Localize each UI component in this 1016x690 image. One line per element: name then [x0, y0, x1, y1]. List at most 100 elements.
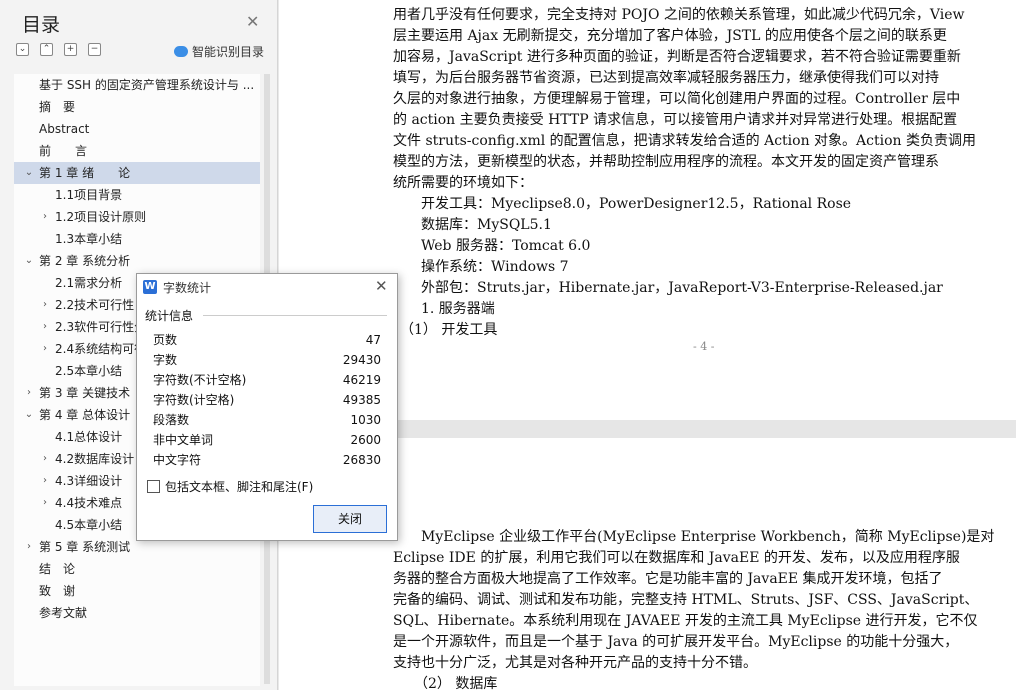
- outline-item[interactable]: 摘 要: [14, 96, 260, 118]
- dialog-close-icon[interactable]: ✕: [375, 277, 388, 295]
- text-line: 务器的整合方面极大地提高了工作效率。它是功能丰富的 JavaEE 集成开发环境，…: [393, 571, 943, 587]
- outline-item-label: 第 2 章 系统分析: [39, 254, 131, 268]
- outline-item[interactable]: 结 论: [14, 558, 260, 580]
- stat-row: 字符数(计空格) 49385: [153, 390, 381, 410]
- expand-up-icon[interactable]: ⌃: [40, 43, 53, 56]
- stat-label: 中文字符: [153, 453, 202, 467]
- text-line: 的 action 主要负责接受 HTTP 请求信息，可以接管用户请求并对异常进行…: [393, 112, 958, 128]
- text-line: 支持也十分广泛，尤其是对各种开元产品的支持十分不错。: [393, 655, 757, 671]
- close-button[interactable]: 关闭: [313, 505, 387, 533]
- stat-row: 字符数(不计空格) 46219: [153, 370, 381, 390]
- outline-item-label: 4.4技术难点: [55, 496, 123, 510]
- outline-item-label: 2.1需求分析: [55, 276, 123, 290]
- outline-item-label: 致 谢: [39, 584, 76, 598]
- smart-outline-button[interactable]: 智能识别目录: [174, 43, 264, 60]
- text-line: Web 服务器：Tomcat 6.0: [393, 238, 591, 254]
- outline-item-label: 4.2数据库设计: [55, 452, 135, 466]
- outline-item-label: 4.1总体设计: [55, 430, 123, 444]
- text-line: 久层的对象进行抽象，方便理解易于管理，可以简化创建用户界面的过程。Control…: [393, 91, 961, 107]
- text-line: 操作系统：Windows 7: [393, 259, 569, 275]
- word-count-dialog: W 字数统计 ✕ 统计信息 页数 47 字数 29430 字符数(不计空格) 46219 字…: [136, 273, 398, 541]
- outline-item[interactable]: 1.1项目背景: [14, 184, 260, 206]
- outline-item-label: 1.1项目背景: [55, 188, 123, 202]
- text-line: （1） 开发工具: [393, 322, 498, 338]
- include-textbox-label[interactable]: 包括文本框、脚注和尾注(F): [165, 478, 313, 495]
- outline-item-label: 第 5 章 系统测试: [39, 540, 131, 554]
- chevron-down-icon[interactable]: ⌄: [24, 404, 34, 426]
- smart-outline-label: 智能识别目录: [192, 45, 265, 59]
- outline-item-label: 1.2项目设计原则: [55, 210, 147, 224]
- outline-item-label: 2.2技术可行性: [55, 298, 135, 312]
- text-line: 用者几乎没有任何要求，完全支持对 POJO 之间的依赖关系管理，如此减少代码冗余…: [393, 7, 965, 23]
- add-heading-icon[interactable]: +: [64, 43, 77, 56]
- text-line: （2） 数据库: [393, 676, 498, 690]
- outline-item[interactable]: ⌄ 第 2 章 系统分析: [14, 250, 260, 272]
- text-line: 文件 struts-config.xml 的配置信息，把请求转发给合适的 Act…: [393, 133, 976, 149]
- stats-group-label: 统计信息: [145, 309, 194, 323]
- outline-item[interactable]: Abstract: [14, 118, 260, 140]
- outline-item-label: 参考文献: [39, 606, 88, 620]
- stat-row: 中文字符 26830: [153, 450, 381, 470]
- outline-item-label: Abstract: [39, 122, 90, 136]
- include-textbox-checkbox[interactable]: [147, 480, 160, 493]
- stat-row: 非中文单词 2600: [153, 430, 381, 450]
- text-line: 加容易，JavaScript 进行多种页面的验证，判断是否符合逻辑要求，若不符合…: [393, 49, 961, 65]
- outline-item[interactable]: 参考文献: [14, 602, 260, 624]
- stat-value: 2600: [350, 433, 381, 447]
- stat-value: 29430: [342, 353, 381, 367]
- chevron-right-icon[interactable]: ›: [40, 470, 50, 492]
- chevron-right-icon[interactable]: ›: [24, 382, 34, 404]
- text-line: 是一个开源软件，而且是一个基于 Java 的可扩展开发平台。MyEclipse …: [393, 634, 959, 650]
- stat-label: 段落数: [153, 413, 190, 427]
- text-line: 统所需要的环境如下：: [393, 175, 533, 191]
- outline-item[interactable]: 基于 SSH 的固定资产管理系统设计与 ...: [14, 74, 260, 96]
- outline-item[interactable]: 1.3本章小结: [14, 228, 260, 250]
- text-line: 外部包：Struts.jar，Hibernate.jar，JavaReport-…: [393, 280, 943, 296]
- text-line: 1. 服务器端: [393, 301, 495, 317]
- stat-label: 页数: [153, 333, 178, 347]
- text-line: SQL、Hibernate。本系统利用现在 JAVAEE 开发的主流工具 MyE…: [393, 613, 978, 629]
- outline-item[interactable]: ⌄ 第 1 章 绪 论: [14, 162, 260, 184]
- stat-value: 47: [365, 333, 381, 347]
- close-icon[interactable]: ✕: [246, 12, 259, 31]
- outline-item[interactable]: 前 言: [14, 140, 260, 162]
- outline-item[interactable]: 致 谢: [14, 580, 260, 602]
- page-number: - 4 -: [693, 340, 715, 353]
- text-line: 数据库：MySQL5.1: [393, 217, 552, 233]
- text-line: Eclipse IDE 的扩展，利用它我们可以在数据库和 JavaEE 的开发、…: [393, 550, 960, 566]
- outline-item-label: 第 1 章 绪 论: [39, 166, 131, 180]
- outline-item[interactable]: › 1.2项目设计原则: [14, 206, 260, 228]
- stat-value: 26830: [342, 453, 381, 467]
- outline-title: 目录: [22, 14, 61, 36]
- stat-row: 字数 29430: [153, 350, 381, 370]
- stat-label: 字数: [153, 353, 178, 367]
- chevron-right-icon[interactable]: ›: [24, 536, 34, 558]
- chevron-right-icon[interactable]: ›: [40, 316, 50, 338]
- chevron-right-icon[interactable]: ›: [40, 448, 50, 470]
- chevron-down-icon[interactable]: ⌄: [24, 250, 34, 272]
- outline-item-label: 4.5本章小结: [55, 518, 123, 532]
- chevron-right-icon[interactable]: ›: [40, 492, 50, 514]
- chevron-right-icon[interactable]: ›: [40, 206, 50, 228]
- remove-heading-icon[interactable]: −: [88, 43, 101, 56]
- divider: [203, 315, 387, 316]
- ai-cloud-icon: [174, 46, 188, 57]
- outline-item-label: 1.3本章小结: [55, 232, 123, 246]
- text-line: 填写，为后台服务器节省资源，已达到提高效率减轻服务器压力，继承使得我们可以对持: [393, 70, 939, 86]
- chevron-down-icon[interactable]: ⌄: [24, 162, 34, 184]
- stat-row: 段落数 1030: [153, 410, 381, 430]
- outline-item-label: 4.3详细设计: [55, 474, 123, 488]
- text-line: 层主要运用 Ajax 无刷新提交，充分增加了客户体验，JSTL 的应用使各个层之…: [393, 28, 947, 44]
- stat-label: 字符数(计空格): [153, 393, 235, 407]
- dialog-title: 字数统计: [163, 281, 212, 295]
- chevron-right-icon[interactable]: ›: [40, 338, 50, 360]
- stat-value: 46219: [342, 373, 381, 387]
- outline-item-label: 前 言: [39, 144, 88, 158]
- chevron-right-icon[interactable]: ›: [40, 294, 50, 316]
- outline-item-label: 第 4 章 总体设计: [39, 408, 131, 422]
- stat-label: 字符数(不计空格): [153, 373, 247, 387]
- outline-item-label: 2.5本章小结: [55, 364, 123, 378]
- text-line: 开发工具：Myeclipse8.0，PowerDesigner12.5，Rati…: [393, 196, 852, 212]
- outline-item-label: 结 论: [39, 562, 76, 576]
- collapse-all-icon[interactable]: ⌄: [16, 43, 29, 56]
